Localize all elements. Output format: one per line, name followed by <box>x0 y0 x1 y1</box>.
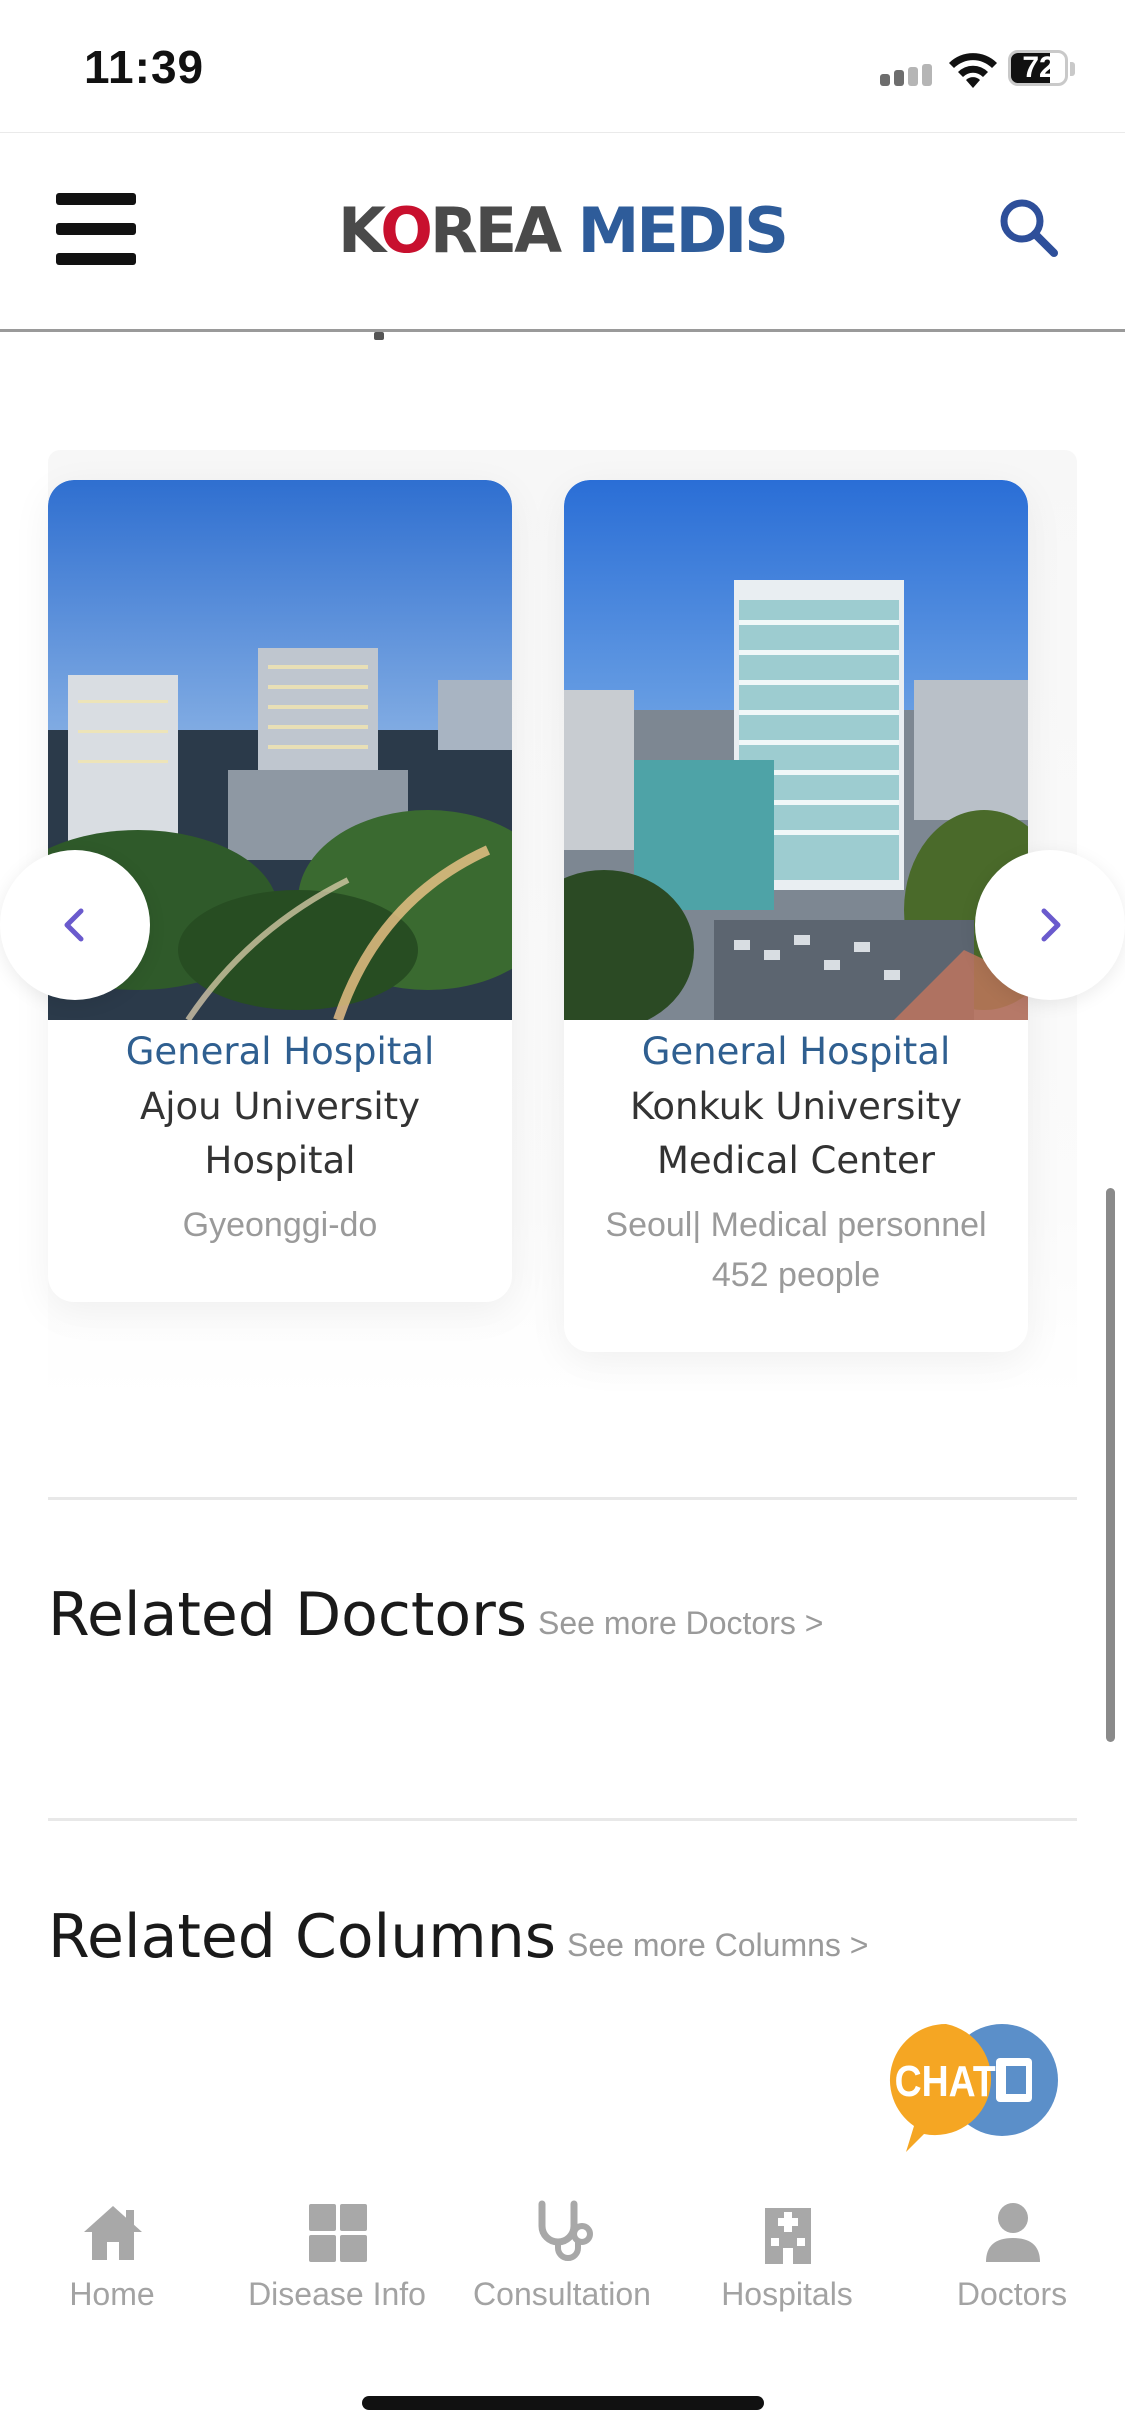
tab-doctors[interactable]: Doctors <box>902 2180 1122 2320</box>
carousel-prev-button[interactable] <box>0 850 150 1000</box>
grid-icon <box>309 2204 367 2262</box>
battery-level: 72 <box>1022 51 1056 84</box>
section-divider <box>48 1818 1077 1821</box>
chevron-left-icon <box>64 908 84 942</box>
section-divider <box>48 1497 1077 1500</box>
tab-consultation[interactable]: Consultation <box>452 2180 672 2320</box>
tab-hospitals[interactable]: Hospitals <box>677 2180 897 2320</box>
hospital-location: Gyeonggi-do <box>182 1206 378 1244</box>
chat-button[interactable]: CHAT <box>884 2018 1060 2158</box>
see-more-doctors-link[interactable]: See more Doctors > <box>538 1605 823 1642</box>
person-icon <box>986 2203 1040 2262</box>
tab-home[interactable]: Home <box>2 2180 222 2320</box>
wifi-icon <box>949 53 997 88</box>
hospital-card[interactable]: General Hospital Konkuk University Medic… <box>564 480 1028 1352</box>
app-header: KOREA MEDIS <box>0 132 1125 332</box>
hamburger-menu-icon[interactable] <box>56 193 136 265</box>
related-doctors-title: Related Doctors <box>48 1580 528 1650</box>
hospital-category: General Hospital <box>641 1030 951 1073</box>
hospital-category: General Hospital <box>125 1030 435 1073</box>
battery-icon: 72 <box>1008 48 1075 88</box>
chat-label: CHAT <box>895 2056 996 2106</box>
hospital-icon <box>765 2208 811 2264</box>
hospital-location: Seoul| Medical personnel 452 people <box>605 1206 987 1294</box>
hospital-name: Ajou University Hospital <box>139 1085 421 1182</box>
cropped-text-remnant <box>374 332 384 340</box>
see-more-columns-link[interactable]: See more Columns > <box>567 1927 868 1964</box>
chevron-right-icon <box>1041 908 1061 942</box>
tab-disease-info[interactable]: Disease Info <box>227 2180 447 2320</box>
scrollbar[interactable] <box>1106 1188 1115 1742</box>
home-indicator <box>362 2396 764 2410</box>
hospital-photo-konkuk <box>564 480 1028 1020</box>
korea-medis-logo[interactable]: KOREA MEDIS <box>338 195 789 267</box>
related-columns-title: Related Columns <box>48 1902 556 1972</box>
status-bar: 11:39 72 <box>0 0 1125 132</box>
stethoscope-icon <box>538 2200 593 2261</box>
carousel-next-button[interactable] <box>975 850 1125 1000</box>
hospital-name: Konkuk University Medical Center <box>629 1085 963 1182</box>
cellular-signal-icon <box>880 64 936 86</box>
search-icon[interactable] <box>996 195 1060 259</box>
home-icon <box>84 2206 142 2260</box>
status-time: 11:39 <box>84 41 205 93</box>
hospital-carousel: General Hospital Ajou University Hospita… <box>48 450 1077 1400</box>
